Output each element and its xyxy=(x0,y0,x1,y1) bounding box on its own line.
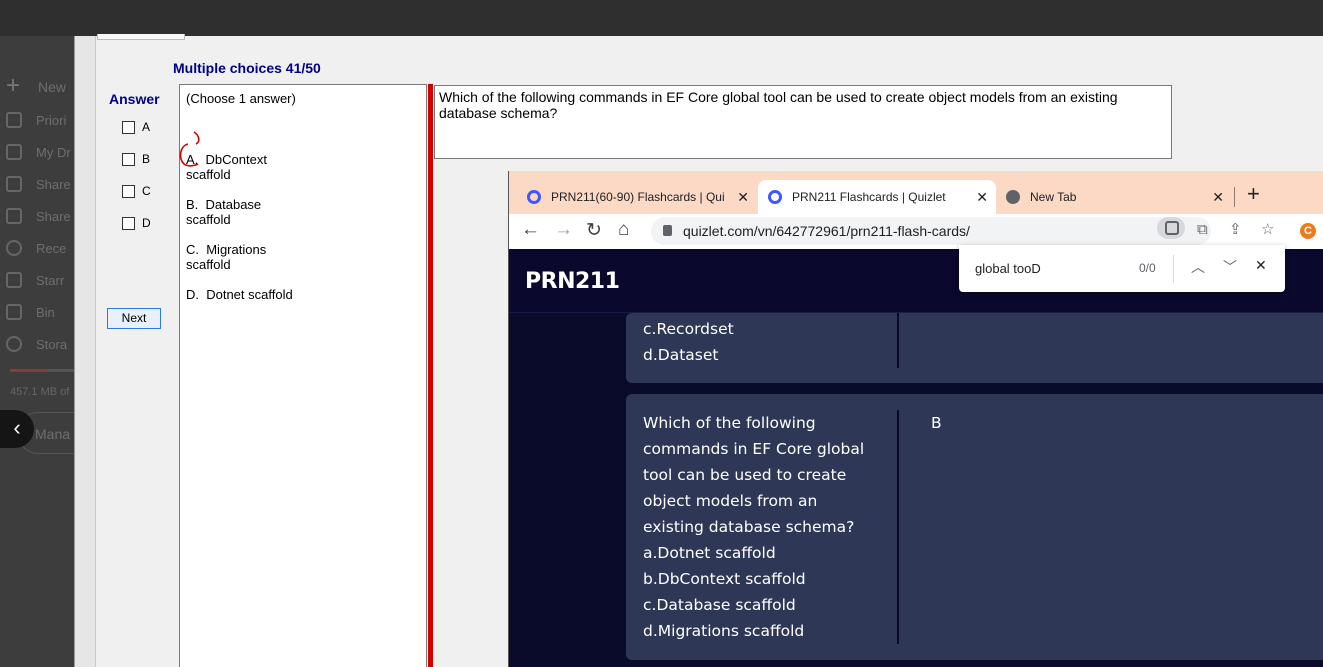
tab-new-tab[interactable]: New Tab ✕ xyxy=(1006,180,1232,214)
home-icon[interactable]: ⌂ xyxy=(618,219,629,241)
choice-b: B. Database scaffold xyxy=(186,197,262,227)
share-icon[interactable]: ⇪ xyxy=(1229,222,1245,238)
find-separator xyxy=(1173,255,1174,283)
star-icon[interactable]: ☆ xyxy=(1261,222,1277,238)
new-tab-button[interactable]: + xyxy=(1247,181,1260,207)
sidebar-item-bin[interactable]: Bin xyxy=(6,302,55,322)
card-divider xyxy=(897,410,899,644)
address-bar[interactable]: quizlet.com/vn/642772961/prn211-flash-ca… xyxy=(651,217,1211,245)
answer-option-d[interactable]: D xyxy=(122,216,151,230)
question-counter-title: Multiple choices 41/50 xyxy=(173,60,321,76)
clock-icon xyxy=(6,240,22,256)
splitter-bar[interactable] xyxy=(428,84,433,667)
close-icon[interactable]: ✕ xyxy=(737,189,749,206)
shared-drive-icon xyxy=(6,176,22,192)
choice-a: A. DbContext scaffold xyxy=(186,152,267,182)
reload-icon[interactable]: ↻ xyxy=(586,219,602,242)
sidebar-item-priority[interactable]: Priori xyxy=(6,110,66,130)
browser-toolbar: ← → ↻ ⌂ quizlet.com/vn/642772961/prn211-… xyxy=(509,214,1323,249)
quizlet-icon xyxy=(527,190,541,204)
checkbox-d[interactable] xyxy=(122,216,135,230)
star-icon xyxy=(6,272,22,288)
exam-top-tab[interactable] xyxy=(97,34,185,40)
sidebar-item-shared-with-me[interactable]: Share xyxy=(6,206,71,226)
choice-c: C. Migrations scaffold xyxy=(186,242,267,272)
flashcard-row: Which of the following commands in EF Co… xyxy=(626,394,1323,660)
choose-hint: (Choose 1 answer) xyxy=(186,91,296,106)
card-definition: B xyxy=(931,414,942,432)
sidebar-item-starred[interactable]: Starr xyxy=(6,270,64,290)
drive-icon xyxy=(6,144,22,160)
close-icon[interactable]: ✕ xyxy=(1255,257,1267,274)
sidebar-item-storage[interactable]: Stora xyxy=(6,334,67,354)
tab-prn211-60-90[interactable]: PRN211(60-90) Flashcards | Quizlet ✕ xyxy=(527,180,757,214)
url-text: quizlet.com/vn/642772961/prn211-flash-ca… xyxy=(683,223,970,239)
tab-bar: PRN211(60-90) Flashcards | Quizlet ✕ PRN… xyxy=(509,171,1323,214)
back-arrow-icon[interactable]: ← xyxy=(521,219,540,241)
extension-icon[interactable]: C xyxy=(1300,223,1316,239)
answer-option-c[interactable]: C xyxy=(122,184,151,198)
storage-text: 457.1 MB of xyxy=(10,386,70,398)
globe-icon xyxy=(1006,190,1020,204)
chevron-down-icon[interactable]: ﹀ xyxy=(1223,257,1237,277)
close-icon[interactable]: ✕ xyxy=(976,189,988,206)
background-top-bar xyxy=(0,0,1323,36)
sidebar-item-shared-drives[interactable]: Share xyxy=(6,174,71,194)
plus-icon: + xyxy=(6,72,21,99)
choice-d: D. Dotnet scaffold xyxy=(186,287,293,302)
answer-option-b[interactable]: B xyxy=(122,152,150,166)
translate-icon[interactable]: ⧉ xyxy=(1197,222,1213,238)
set-title: PRN211 xyxy=(525,269,620,294)
close-icon[interactable]: ✕ xyxy=(1212,189,1224,206)
find-in-page-icon[interactable] xyxy=(1157,217,1185,239)
quizlet-icon xyxy=(768,190,782,204)
next-button[interactable]: Next xyxy=(107,308,161,329)
people-icon xyxy=(6,208,22,224)
find-match-count: 0/0 xyxy=(1139,261,1156,275)
tab-divider xyxy=(1234,187,1235,207)
chevron-up-icon[interactable]: ︿ xyxy=(1191,257,1205,277)
card-term: Which of the following commands in EF Co… xyxy=(643,414,865,640)
storage-bar xyxy=(10,369,74,372)
answer-label: Answer xyxy=(109,91,160,107)
new-button-label[interactable]: New xyxy=(38,79,66,95)
checkbox-a[interactable] xyxy=(122,120,135,134)
lock-icon[interactable] xyxy=(663,225,672,236)
flashcard-row: c.Recordset d.Dataset xyxy=(626,313,1323,383)
sidebar-item-my-drive[interactable]: My Dr xyxy=(6,142,71,162)
card-term: c.Recordset d.Dataset xyxy=(643,320,734,364)
choices-panel: (Choose 1 answer) A. DbContext scaffold … xyxy=(179,84,427,667)
find-input[interactable] xyxy=(975,261,1125,276)
find-bar: 0/0 ︿ ﹀ ✕ xyxy=(959,245,1285,292)
exam-left-strip xyxy=(75,36,96,667)
tab-prn211-flashcards[interactable]: PRN211 Flashcards | Quizlet ✕ xyxy=(758,180,996,214)
sidebar-item-recent[interactable]: Rece xyxy=(6,238,66,258)
question-text: Which of the following commands in EF Co… xyxy=(434,85,1172,159)
forward-arrow-icon[interactable]: → xyxy=(554,219,573,241)
card-divider xyxy=(897,313,899,368)
trash-icon xyxy=(6,304,22,320)
answer-option-a[interactable]: A xyxy=(122,120,150,134)
cloud-icon xyxy=(6,336,22,352)
checkbox-b[interactable] xyxy=(122,152,135,166)
quizlet-page: PRN211 c.Recordset d.Dataset Which of th… xyxy=(509,249,1323,667)
check-icon xyxy=(6,112,22,128)
background-sidebar: + New Priori My Dr Share Share Rece Star… xyxy=(0,36,74,667)
checkbox-c[interactable] xyxy=(122,184,135,198)
